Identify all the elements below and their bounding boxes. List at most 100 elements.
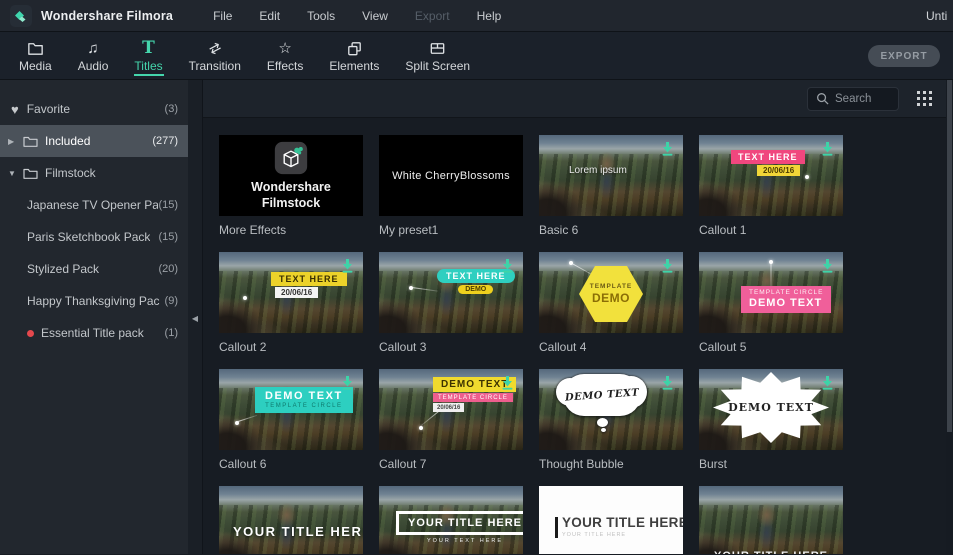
scrollbar-thumb[interactable]	[947, 80, 952, 432]
title-card-my-preset1[interactable]: White CherryBlossoms My preset1	[379, 135, 523, 252]
title-card-callout-1[interactable]: TEXT HERE 20/06/16 Callout 1	[699, 135, 843, 252]
title-card-thought-bubble[interactable]: DEMO TEXT Thought Bubble	[539, 369, 683, 486]
title-card[interactable]: YOUR TITLE HERE	[699, 486, 843, 554]
thumbnail: TEMPLATE CIRCLE DEMO TEXT	[699, 252, 843, 333]
download-icon[interactable]	[659, 257, 676, 274]
elements-layers-icon	[345, 38, 364, 58]
sample-text: Lorem ipsum	[569, 165, 627, 176]
title-text: YOUR TITLE HERE	[699, 550, 843, 554]
title-card-callout-7[interactable]: DEMO TEXT TEMPLATE CIRCLE 20/06/16 Callout …	[379, 369, 523, 486]
pointer-line	[237, 414, 258, 422]
item-count: (9)	[164, 295, 178, 307]
download-icon[interactable]	[499, 374, 516, 391]
thumbnail: White CherryBlossoms	[379, 135, 523, 216]
tab-label: Media	[19, 59, 52, 73]
sidebar-item-label: Included	[45, 134, 91, 148]
sidebar-item-label: Japanese TV Opener Pac	[27, 198, 159, 212]
item-count: (277)	[152, 135, 178, 147]
split-screen-icon	[428, 38, 447, 58]
title-card-basic-6[interactable]: Lorem ipsum Basic 6	[539, 135, 683, 252]
tab-media[interactable]: Media	[6, 32, 65, 79]
download-icon[interactable]	[659, 374, 676, 391]
download-icon[interactable]	[819, 257, 836, 274]
tab-label: Titles	[134, 59, 163, 73]
title-card[interactable]: YOUR TITLE HERE	[219, 486, 363, 554]
tab-titles[interactable]: T Titles	[121, 32, 175, 79]
titles-grid: Wondershare Filmstock More Effects White Ch…	[203, 118, 953, 554]
title-card-label: My preset1	[379, 223, 439, 237]
download-icon[interactable]	[659, 140, 676, 157]
sidebar-item-filmstock[interactable]: ▼ Filmstock	[0, 157, 188, 189]
title-card-label: Callout 3	[379, 340, 427, 354]
sidebar-item-stylized-pack[interactable]: Stylized Pack (20)	[0, 253, 188, 285]
callout-text: TEMPLATE	[589, 283, 633, 290]
item-count: (3)	[164, 103, 178, 115]
export-button[interactable]: EXPORT	[868, 45, 940, 67]
tab-effects[interactable]: ☆ Effects	[254, 32, 316, 79]
pointer-dot	[409, 286, 413, 290]
thumbnail: DEMO TEXT TEMPLATE CIRCLE	[219, 369, 363, 450]
tab-elements[interactable]: Elements	[316, 32, 392, 79]
thumbnail: TEXT HERE DEMO	[379, 252, 523, 333]
tab-split-screen[interactable]: Split Screen	[392, 32, 483, 79]
title-card-burst[interactable]: DEMO TEXT Burst	[699, 369, 843, 486]
grid-view-icon[interactable]	[917, 90, 933, 107]
thumbnail: Wondershare Filmstock	[219, 135, 363, 216]
download-icon[interactable]	[499, 257, 516, 274]
menu-item-tools[interactable]: Tools	[307, 9, 335, 23]
thumbnail: TEXT HERE 20/06/16	[219, 252, 363, 333]
tab-audio[interactable]: ♫ Audio	[65, 32, 122, 79]
collapse-sidebar-arrow-icon[interactable]: ◀	[188, 310, 202, 326]
subtitle-text: YOUR TITLE HERE	[562, 531, 627, 538]
sidebar-item-label: Favorite	[26, 102, 71, 116]
menu-item-help[interactable]: Help	[477, 9, 502, 23]
menu-item-edit[interactable]: Edit	[259, 9, 280, 23]
sidebar-item-label: Filmstock	[45, 166, 96, 180]
expand-arrow-icon[interactable]: ▼	[8, 169, 23, 178]
sidebar-item-essential-title-pack[interactable]: Essential Title pack (1)	[0, 317, 188, 349]
thumbnail: YOUR TITLE HERE	[219, 486, 363, 554]
filmora-logo-icon	[10, 4, 32, 27]
download-icon[interactable]	[819, 374, 836, 391]
thumbnail: DEMO TEXT TEMPLATE CIRCLE 20/06/16	[379, 369, 523, 450]
subtitle-text: YOUR TEXT HERE	[426, 538, 504, 544]
title-card-callout-2[interactable]: TEXT HERE 20/06/16 Callout 2	[219, 252, 363, 369]
tab-label: Split Screen	[405, 59, 471, 73]
sidebar-item-japanese-tv-opener-pac[interactable]: Japanese TV Opener Pac (15)	[0, 189, 188, 221]
sidebar-item-label: Stylized Pack	[27, 262, 100, 276]
document-title: Unti	[926, 9, 948, 23]
sidebar-item-happy-thanksgiving-pac[interactable]: Happy Thanksgiving Pac (9)	[0, 285, 188, 317]
search-input[interactable]	[835, 92, 890, 105]
menu-item-file[interactable]: File	[213, 9, 232, 23]
media-folder-icon	[26, 38, 45, 58]
content-panel: WondershareFilmstock More Effects White Ch…	[202, 80, 953, 554]
title-card-label: Callout 5	[699, 340, 747, 354]
title-card-callout-5[interactable]: TEMPLATE CIRCLE DEMO TEXT Callout 5	[699, 252, 843, 369]
menu-item-export[interactable]: Export	[415, 9, 450, 23]
title-card[interactable]: YOUR TITLE HERE YOUR TEXT HERE	[379, 486, 523, 554]
download-icon[interactable]	[819, 140, 836, 157]
download-icon[interactable]	[339, 257, 356, 274]
title-card-callout-6[interactable]: DEMO TEXT TEMPLATE CIRCLE Callout 6	[219, 369, 363, 486]
title-card-callout-4[interactable]: TEMPLATE DEMO Callout 4	[539, 252, 683, 369]
search-box[interactable]	[807, 86, 899, 111]
bubble-tail	[597, 418, 608, 432]
callout-banner: 20/06/16	[433, 403, 465, 412]
pointer-dot	[805, 175, 809, 179]
sidebar-item-paris-sketchbook-pack[interactable]: Paris Sketchbook Pack (15)	[0, 221, 188, 253]
sidebar-item-included[interactable]: ▶ Included (277)	[0, 125, 188, 157]
filmstock-title-line: Filmstock	[261, 195, 321, 210]
title-text: YOUR TITLE HERE	[396, 511, 523, 535]
download-icon[interactable]	[339, 374, 356, 391]
title-card-more-effects[interactable]: Wondershare Filmstock More Effects	[219, 135, 363, 252]
title-card[interactable]: YOUR TITLE HERE YOUR TITLE HERE	[539, 486, 683, 554]
item-count: (15)	[158, 199, 178, 211]
callout-banner: TEXT HERE	[271, 272, 347, 286]
title-card-label: Burst	[699, 457, 728, 471]
menu-item-view[interactable]: View	[362, 9, 388, 23]
callout-banner: 20/06/16	[275, 287, 319, 298]
sidebar-item-favorite[interactable]: ♥ Favorite (3)	[0, 93, 188, 125]
title-card-callout-3[interactable]: TEXT HERE DEMO Callout 3	[379, 252, 523, 369]
tab-transition[interactable]: ⇄ Transition	[176, 32, 254, 79]
expand-arrow-icon[interactable]: ▶	[8, 137, 23, 146]
